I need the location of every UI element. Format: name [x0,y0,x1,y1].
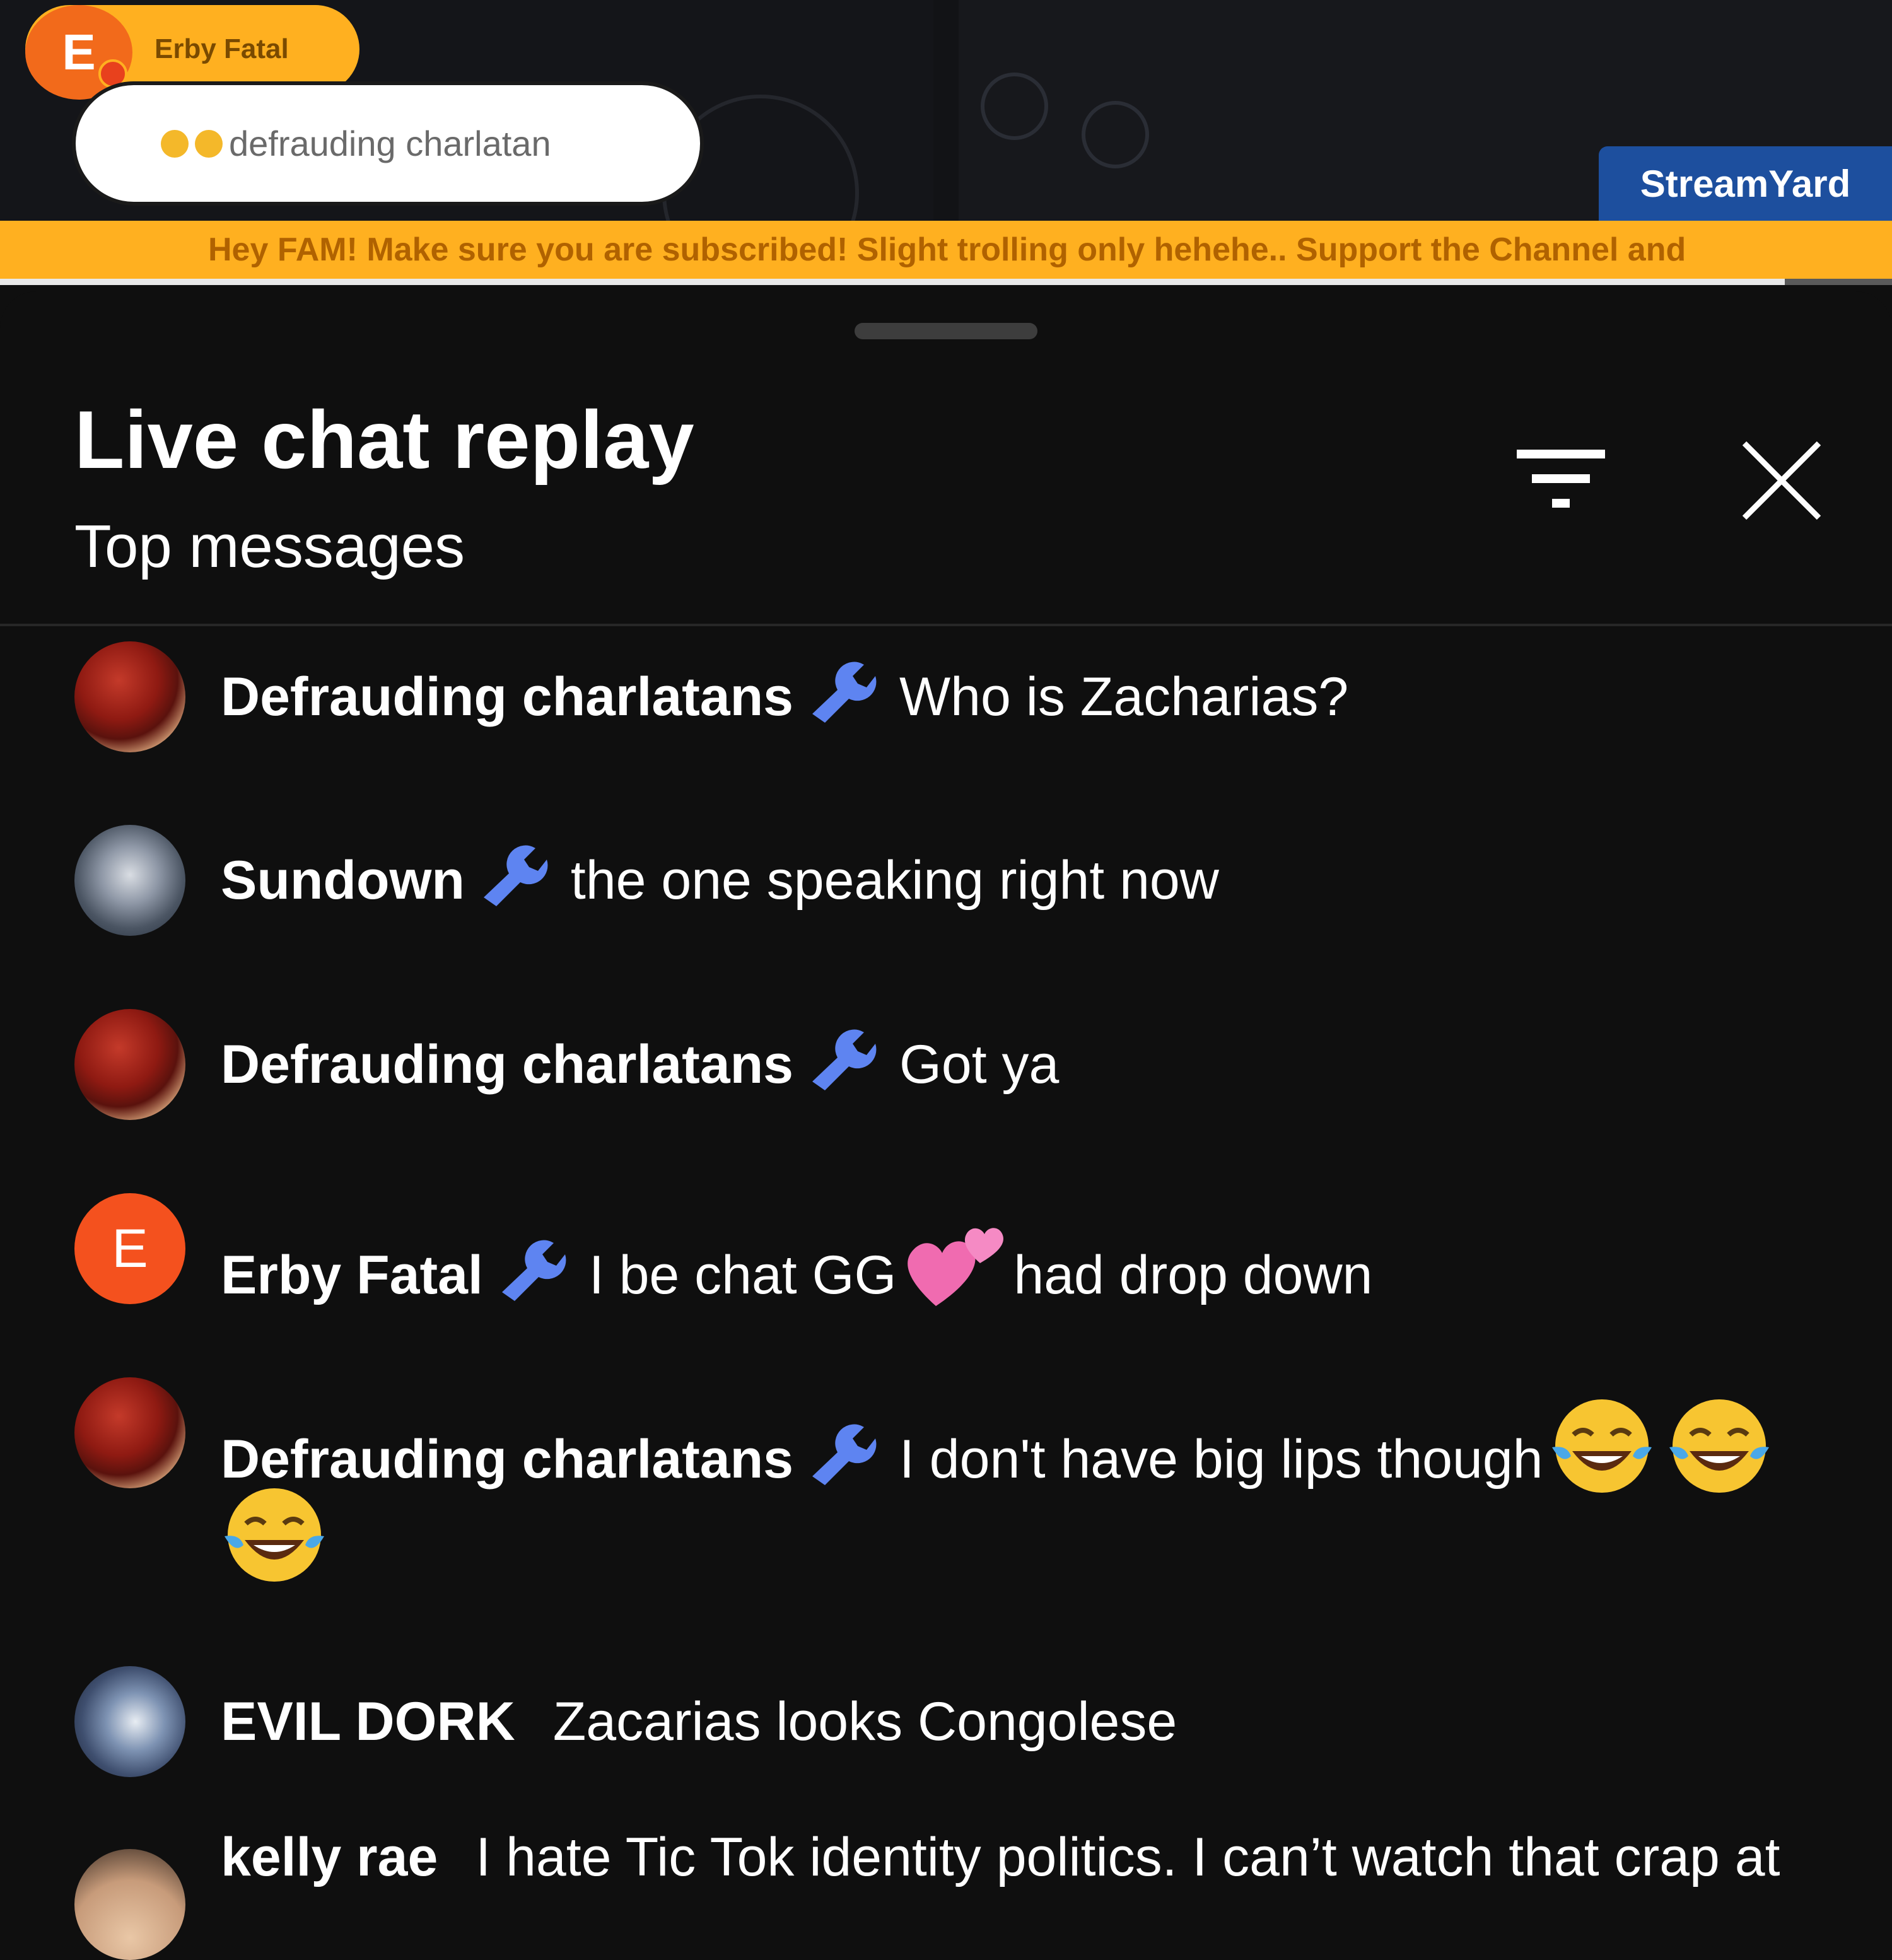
overlay-avatar-initial: E [62,24,96,80]
streamyard-watermark: StreamYard [1599,146,1892,221]
live-chat-sheet: Live chat replay Top messages Defrauding… [0,291,1892,1960]
overlay-chat-bubble: defrauding charlatan [76,85,700,202]
message-text: I don't have big lips though [899,1429,1543,1490]
panel-title: Live chat replay [74,394,694,486]
wrench-icon [812,1029,877,1090]
author-avatar[interactable] [74,825,185,936]
author-avatar[interactable] [74,1849,185,1960]
wrench-icon [812,1424,877,1485]
header-divider [0,624,1892,626]
emoji-icon [161,129,189,158]
wrench-icon [812,662,877,723]
message-text: had drop down [1013,1245,1373,1305]
overlay-name: Erby Fatal [155,33,289,64]
youtube-badge-icon [98,59,127,88]
message-text: Zacarias looks Congolese [552,1691,1177,1752]
tears-of-joy-emoji [225,1488,324,1582]
decor-circle [981,73,1048,140]
avatar-initial: E [112,1218,148,1279]
message-text: I hate Tic Tok identity politics. I can’… [476,1827,1780,1887]
decor-circle [1082,101,1149,168]
author-avatar[interactable] [74,1666,185,1777]
author-name[interactable]: Sundown [221,850,465,911]
message-text: Who is Zacharias? [899,667,1349,727]
author-avatar[interactable] [74,1009,185,1120]
author-name[interactable]: Defrauding charlatans [221,1034,793,1095]
close-icon [1742,441,1821,520]
close-button[interactable] [1725,427,1838,534]
author-name[interactable]: kelly rae [221,1827,438,1887]
author-name[interactable]: EVIL DORK [221,1691,515,1752]
two-hearts-emoji [908,1228,1004,1306]
video-progress-played[interactable] [0,279,1785,285]
watermark-text: StreamYard [1640,162,1851,205]
message-text: I be chat GG [588,1245,897,1305]
author-avatar[interactable]: E [74,1193,185,1304]
tears-of-joy-emoji [1669,1399,1769,1493]
message-text: the one speaking right now [570,850,1219,911]
ticker-banner: Hey FAM! Make sure you are subscribed! S… [0,221,1892,279]
emoji-icon [195,129,223,158]
tears-of-joy-emoji [1551,1399,1652,1493]
author-name[interactable]: Defrauding charlatans [221,667,793,727]
author-avatar[interactable] [74,641,185,752]
ticker-text: Hey FAM! Make sure you are subscribed! S… [208,231,1686,268]
video-player[interactable]: Erby Fatal E defrauding charlatan Stream… [0,0,1892,285]
wrench-icon [483,845,548,906]
overlay-bubble-text: defrauding charlatan [229,124,551,163]
wrench-icon [501,1240,566,1301]
filter-icon [1517,450,1605,508]
chat-mode-selector[interactable]: Top messages [74,512,465,581]
author-name[interactable]: Erby Fatal [221,1245,483,1305]
video-progress-remaining[interactable] [1785,279,1892,285]
author-avatar[interactable] [74,1377,185,1488]
message-text: Got ya [899,1034,1060,1095]
overlay-avatar: E [25,5,132,100]
filter-button[interactable] [1504,427,1618,534]
author-name[interactable]: Defrauding charlatans [221,1429,793,1490]
drag-handle[interactable] [855,323,1037,339]
